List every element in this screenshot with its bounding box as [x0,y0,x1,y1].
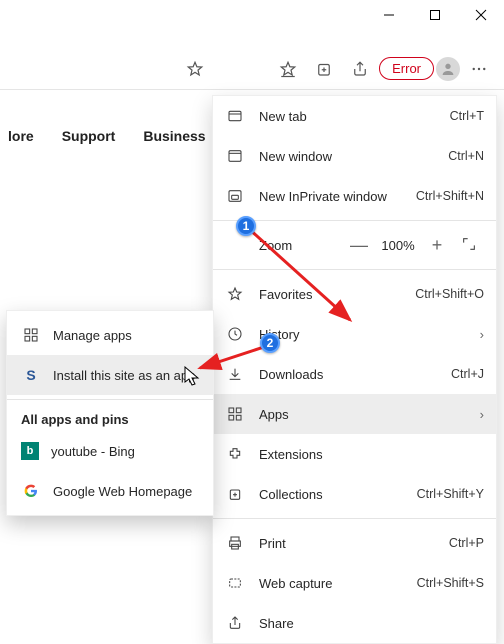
profile-avatar[interactable] [436,57,460,81]
separator [213,269,496,270]
menu-shortcut: Ctrl+Shift+O [415,287,484,301]
page-nav: lore Support Business [0,128,206,144]
submenu-install-app[interactable]: S Install this site as an app [7,355,213,395]
submenu-manage-apps[interactable]: Manage apps [7,315,213,355]
add-favorite-icon[interactable] [178,52,212,86]
maximize-button[interactable] [412,0,458,30]
menu-shortcut: Ctrl+P [449,536,484,550]
fullscreen-button[interactable] [454,236,484,255]
menu-zoom: Zoom — 100% + [213,225,496,265]
menu-print[interactable]: Print Ctrl+P [213,523,496,563]
submenu-label: youtube - Bing [51,444,135,459]
menu-shortcut: Ctrl+T [450,109,484,123]
submenu-app-item[interactable]: Google Web Homepage [7,471,213,511]
inprivate-icon [225,186,245,206]
chevron-right-icon: › [480,407,484,422]
nav-item[interactable]: lore [8,128,34,144]
menu-new-inprivate[interactable]: New InPrivate window Ctrl+Shift+N [213,176,496,216]
collections-icon[interactable] [307,52,341,86]
zoom-out-button[interactable]: — [342,235,376,256]
nav-item[interactable]: Business [143,128,205,144]
menu-shortcut: Ctrl+J [451,367,484,381]
error-pill[interactable]: Error [379,57,434,80]
menu-new-tab[interactable]: New tab Ctrl+T [213,96,496,136]
apps-submenu: Manage apps S Install this site as an ap… [6,310,214,516]
menu-shortcut: Ctrl+Shift+Y [417,487,484,501]
annotation-badge-2: 2 [260,333,280,353]
menu-share[interactable]: Share [213,603,496,643]
toolbar: Error [0,48,504,90]
star-icon [225,284,245,304]
menu-label: Print [259,536,449,551]
menu-shortcut: Ctrl+Shift+S [417,576,484,590]
menu-extensions[interactable]: Extensions [213,434,496,474]
submenu-app-item[interactable]: b youtube - Bing [7,431,213,471]
menu-shortcut: Ctrl+N [448,149,484,163]
menu-label: Apps [259,407,474,422]
window-controls [366,0,504,30]
new-window-icon [225,146,245,166]
apps-grid-icon [21,325,41,345]
menu-history[interactable]: History › [213,314,496,354]
submenu-label: Install this site as an app [53,368,195,383]
menu-label: Favorites [259,287,415,302]
share-icon[interactable] [343,52,377,86]
favorites-bar-icon[interactable] [271,52,305,86]
menu-label: Downloads [259,367,451,382]
menu-new-window[interactable]: New window Ctrl+N [213,136,496,176]
menu-label: History [259,327,474,342]
extensions-icon [225,444,245,464]
menu-label: Collections [259,487,417,502]
download-icon [225,364,245,384]
separator [213,518,496,519]
close-button[interactable] [458,0,504,30]
menu-collections[interactable]: Collections Ctrl+Shift+Y [213,474,496,514]
zoom-value: 100% [376,238,420,253]
bing-icon: b [21,442,39,460]
submenu-header: All apps and pins [7,404,213,431]
menu-downloads[interactable]: Downloads Ctrl+J [213,354,496,394]
separator [213,220,496,221]
history-icon [225,324,245,344]
nav-item[interactable]: Support [62,128,116,144]
minimize-button[interactable] [366,0,412,30]
new-tab-icon [225,106,245,126]
menu-label: Extensions [259,447,484,462]
submenu-label: Google Web Homepage [53,484,192,499]
apps-icon [225,404,245,424]
share-menu-icon [225,613,245,633]
annotation-badge-1: 1 [236,216,256,236]
site-letter-icon: S [21,365,41,385]
separator [7,399,213,400]
submenu-label: Manage apps [53,328,132,343]
error-label: Error [392,61,421,76]
print-icon [225,533,245,553]
settings-menu: New tab Ctrl+T New window Ctrl+N New InP… [212,95,497,644]
web-capture-icon [225,573,245,593]
zoom-label: Zoom [225,238,342,253]
menu-web-capture[interactable]: Web capture Ctrl+Shift+S [213,563,496,603]
chevron-right-icon: › [480,327,484,342]
menu-favorites[interactable]: Favorites Ctrl+Shift+O [213,274,496,314]
menu-label: New InPrivate window [259,189,416,204]
more-icon[interactable] [462,52,496,86]
zoom-in-button[interactable]: + [420,235,454,256]
menu-label: Web capture [259,576,417,591]
menu-apps[interactable]: Apps › [213,394,496,434]
menu-label: New window [259,149,448,164]
collections-icon [225,484,245,504]
menu-label: Share [259,616,484,631]
google-icon [21,481,41,501]
menu-shortcut: Ctrl+Shift+N [416,189,484,203]
menu-label: New tab [259,109,450,124]
